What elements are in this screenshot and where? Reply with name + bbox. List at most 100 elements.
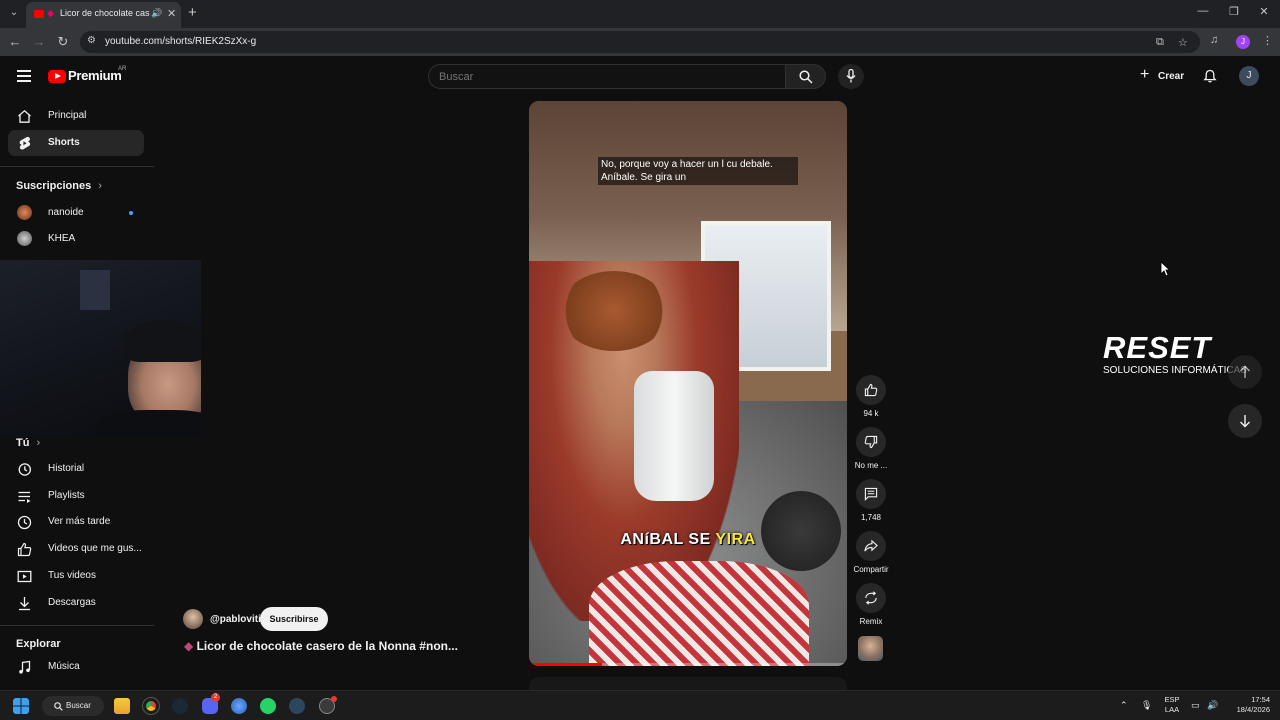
reload-icon[interactable]: ↻ [55, 34, 71, 50]
watch-later-icon [17, 515, 32, 530]
streamer-shoulders [95, 410, 201, 437]
sidebar-item-subscription[interactable]: nanoide [8, 200, 144, 226]
short-video-player[interactable]: No, porque voy a hacer un l cu debale. A… [529, 101, 847, 666]
chrome-icon[interactable] [142, 697, 160, 715]
logo-text: Premium [68, 68, 122, 83]
sidebar-item-your-videos[interactable]: Tus videos [8, 563, 144, 589]
browser-menu-icon[interactable]: ⋮ [1262, 34, 1273, 47]
video-progress-fill [529, 663, 603, 666]
app-globe-icon[interactable] [231, 698, 247, 714]
clock[interactable]: 17:54 18/4/2026 [1224, 695, 1270, 715]
previous-short-button[interactable] [1228, 355, 1262, 389]
mouse-cursor-icon [1160, 261, 1170, 277]
caption-text: ANíBAL SE [620, 531, 716, 548]
title-emoji-icon: ◆ [184, 639, 194, 653]
channel-avatar[interactable] [183, 609, 203, 629]
caption-highlight-text: YIRA [715, 531, 756, 548]
obs-icon[interactable] [319, 696, 337, 714]
window-close-icon[interactable]: ✕ [1255, 5, 1273, 18]
sidebar-item-label: Shorts [48, 137, 80, 148]
youtube-play-icon [48, 70, 66, 83]
subscribe-button[interactable]: Suscribirse [260, 607, 328, 631]
create-button[interactable]: + Crear [1136, 66, 1188, 86]
your-videos-icon [17, 570, 32, 583]
site-info-icon[interactable]: ⚙ [87, 35, 96, 46]
bookmark-star-icon[interactable]: ☆ [1178, 36, 1188, 49]
channel-name[interactable]: @pabloviti [210, 614, 261, 625]
remix-button[interactable]: Remix [853, 583, 889, 626]
downloads-icon [19, 597, 30, 611]
video-burned-caption: ANíBAL SE YIRA [529, 531, 847, 549]
you-heading[interactable]: Tú › [16, 437, 40, 449]
browser-tab[interactable]: ◆ Licor de chocolate casero 🔊 ✕ [26, 2, 181, 28]
youtube-favicon-icon [34, 10, 44, 18]
video-checkered-towel [589, 561, 809, 666]
install-app-icon[interactable]: ⧉ [1156, 36, 1164, 49]
minimize-icon[interactable]: — [1194, 5, 1212, 17]
dislike-button[interactable]: No me ... [853, 427, 889, 470]
short-title-text: Licor de chocolate casero de la Nonna #n… [196, 639, 458, 653]
sidebar-item-downloads[interactable]: Descargas [8, 590, 144, 616]
like-button[interactable]: 94 k [853, 375, 889, 418]
comment-icon [864, 487, 878, 501]
search-box[interactable] [428, 64, 786, 89]
sidebar-item-shorts[interactable]: Shorts [8, 130, 144, 156]
search-input[interactable] [439, 70, 739, 84]
browser-profile-avatar[interactable]: J [1236, 35, 1250, 49]
search-icon [54, 702, 63, 711]
sidebar-item-label: Tus videos [48, 570, 96, 581]
sidebar-item-principal[interactable]: Principal [8, 103, 144, 129]
search-button[interactable] [786, 64, 826, 89]
playlists-icon [18, 491, 31, 503]
sidebar-item-watch-later[interactable]: Ver más tarde [8, 509, 144, 535]
tab-search-chevron-icon[interactable]: ⌄ [6, 5, 22, 21]
streamer-hair [124, 320, 201, 362]
thumbs-down-icon [864, 435, 878, 449]
sidebar-item-label: Descargas [48, 597, 96, 608]
steam-icon[interactable] [172, 698, 188, 714]
taskbar-search[interactable]: Buscar [42, 696, 104, 716]
account-avatar[interactable]: J [1239, 66, 1259, 86]
sound-source-thumbnail[interactable] [858, 636, 883, 661]
you-heading-label: Tú [16, 437, 30, 449]
language-indicator[interactable]: ESP LAA [1161, 695, 1183, 715]
next-short-button[interactable] [1228, 404, 1262, 438]
volume-icon[interactable]: 🔊 [1207, 700, 1218, 710]
sidebar-item-music[interactable]: Música [8, 654, 144, 680]
tab-close-icon[interactable]: ✕ [167, 7, 176, 20]
hamburger-menu-icon[interactable] [17, 70, 31, 82]
whatsapp-icon[interactable] [260, 698, 276, 714]
windows-start-icon[interactable] [13, 698, 29, 714]
subscriptions-heading[interactable]: Suscripciones › [16, 180, 102, 192]
address-bar[interactable]: ⚙ youtube.com/shorts/RIEK2SzXx-g ⧉ ☆ [80, 31, 1200, 53]
create-label: Crear [1158, 71, 1185, 82]
media-controls-icon[interactable]: ♫ [1210, 34, 1218, 46]
sidebar-item-historial[interactable]: Historial [8, 456, 144, 482]
forward-arrow-icon[interactable]: → [31, 34, 47, 50]
voice-search-button[interactable] [838, 64, 864, 89]
discord-icon[interactable]: 2 [202, 693, 220, 714]
sidebar-item-playlists[interactable]: Playlists [8, 483, 144, 509]
new-tab-button[interactable]: + [188, 4, 197, 21]
share-button[interactable]: Compartir [853, 531, 889, 574]
plus-icon: + [1140, 66, 1150, 83]
tray-mic-icon[interactable]: 🎙 [1141, 700, 1152, 710]
sidebar-item-liked-videos[interactable]: Videos que me gus... [8, 536, 144, 562]
recording-dot [331, 696, 337, 702]
tab-title: Licor de chocolate casero [60, 8, 150, 18]
comments-button[interactable]: 1,748 [853, 479, 889, 522]
back-arrow-icon[interactable]: ← [7, 34, 23, 50]
steam-alt-icon[interactable] [289, 698, 305, 714]
file-explorer-icon[interactable] [114, 698, 130, 714]
tray-expand-icon[interactable]: ⌃ [1120, 700, 1128, 710]
sidebar-item-subscription[interactable]: KHEA [8, 226, 144, 252]
network-icon[interactable]: ▭ [1191, 700, 1200, 710]
video-progress-bar[interactable] [529, 663, 847, 666]
notifications-bell-icon[interactable] [1203, 69, 1217, 83]
arrow-up-icon [1240, 365, 1250, 378]
browser-toolbar: ← → ↻ ⚙ youtube.com/shorts/RIEK2SzXx-g ⧉… [0, 28, 1280, 56]
tab-audio-icon[interactable]: 🔊 [151, 8, 162, 19]
restore-icon[interactable]: ❐ [1225, 5, 1243, 18]
liked-videos-icon [17, 542, 32, 557]
short-title[interactable]: ◆ Licor de chocolate casero de la Nonna … [184, 639, 458, 653]
